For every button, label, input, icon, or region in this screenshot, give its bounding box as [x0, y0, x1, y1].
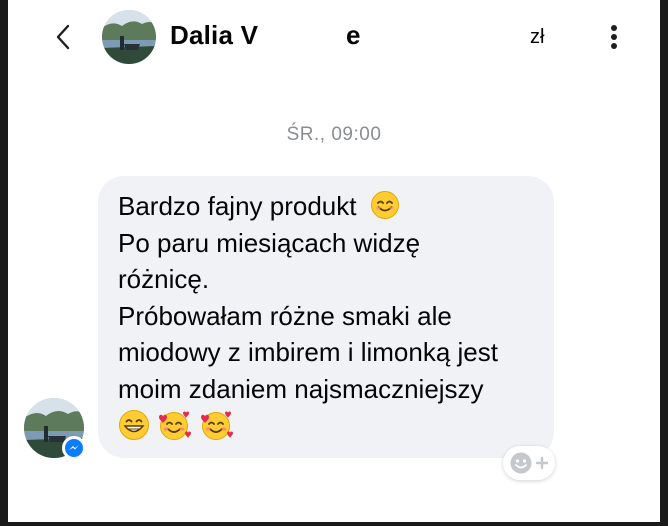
message-line: miodowy z imbirem i limonką jest: [118, 337, 498, 367]
menu-dot-icon: [611, 25, 617, 31]
menu-dot-icon: [611, 34, 617, 40]
smiling-face-icon: [370, 191, 399, 219]
messenger-badge: [62, 436, 86, 460]
contact-name-suffix[interactable]: e: [346, 20, 360, 51]
chevron-left-icon: [56, 24, 70, 50]
contact-name[interactable]: Dalia V: [170, 20, 258, 51]
message-line: moim zdaniem najsmaczniejszy: [118, 373, 484, 404]
message-line: Próbowałam różne smaki ale: [118, 300, 452, 331]
message-text: Bardzo fajny produkt Po paru miesiącach …: [118, 188, 548, 441]
message-timestamp: ŚR., 09:00: [286, 124, 382, 145]
grinning-face-icon: [119, 410, 149, 440]
chat-header: Dalia V e zł: [8, 0, 660, 74]
message-line: Bardzo fajny produkt: [118, 188, 548, 225]
plus-icon: [535, 456, 549, 470]
add-reaction-button[interactable]: [503, 446, 555, 480]
message-line: różnicę.: [118, 264, 210, 294]
window-edge-right: [660, 0, 668, 526]
redacted-name-part: [262, 18, 346, 52]
message-line: Po paru miesiącach widzę: [118, 227, 421, 258]
back-button[interactable]: [48, 22, 78, 52]
chat-screen: Dalia V e zł ŚR., 09:00 Bardzo fajny pro…: [0, 0, 668, 526]
window-edge-left: [0, 0, 8, 526]
emoji-row: [118, 409, 548, 441]
messenger-icon: [65, 439, 83, 457]
smiling-face-with-hearts-icon: [201, 411, 233, 440]
more-options-button[interactable]: [602, 22, 626, 52]
smiling-face-with-hearts-icon: [159, 411, 191, 440]
emoji-reaction-icon: [510, 452, 532, 474]
menu-dot-icon: [611, 43, 617, 49]
window-edge-bottom: [0, 522, 668, 526]
contact-avatar[interactable]: [102, 10, 156, 64]
currency-label[interactable]: zł: [530, 26, 544, 49]
